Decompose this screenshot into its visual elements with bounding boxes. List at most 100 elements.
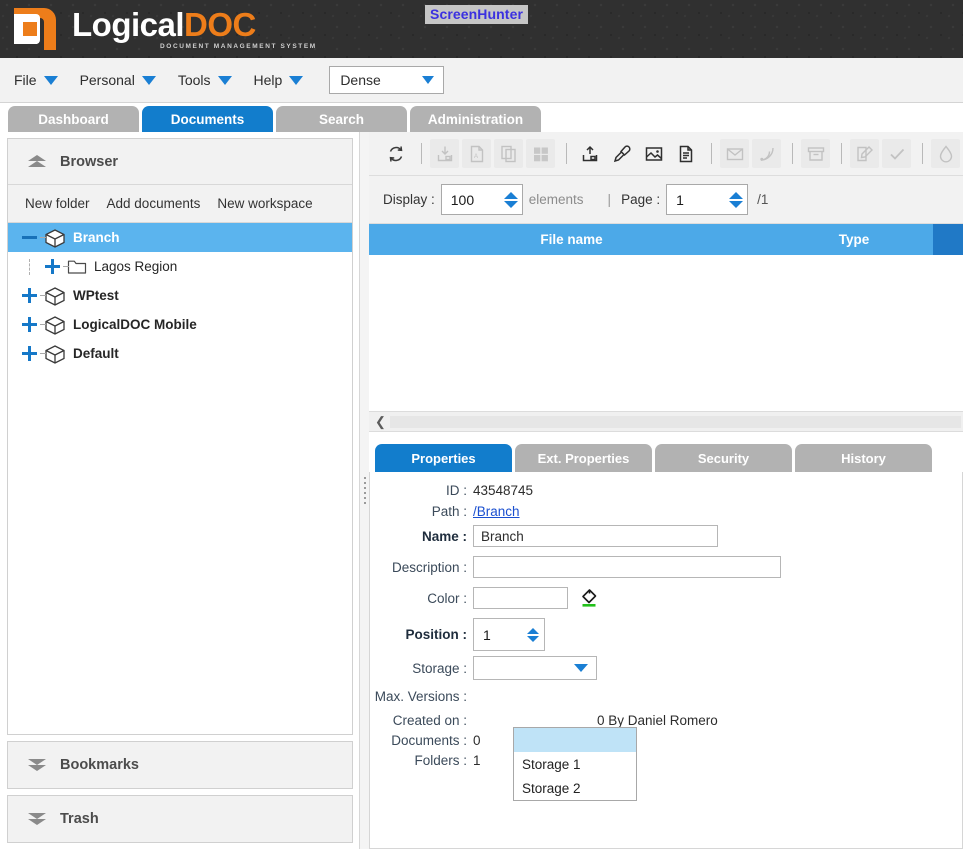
expand-plus-icon[interactable] [19,285,46,306]
storage-option-storage-1[interactable]: Storage 1 [514,752,636,776]
stepper-arrows[interactable] [527,627,539,642]
column-header-filename[interactable]: File name [369,232,774,247]
chevron-down-icon [289,75,304,85]
tree-node-logicaldoc-mobile[interactable]: LogicalDOC Mobile [8,310,352,339]
new-folder-action[interactable]: New folder [25,196,90,211]
tab-search[interactable]: Search [276,106,407,132]
chevron-down-icon [141,75,156,85]
scrollbar-track[interactable] [390,415,961,428]
grid-horizontal-scrollbar[interactable]: ❮ [369,411,963,432]
name-input[interactable]: Branch [473,525,718,547]
new-workspace-action[interactable]: New workspace [217,196,312,211]
expand-plus-icon[interactable] [19,343,46,364]
display-count-stepper[interactable]: 100 [440,184,523,215]
logicaldoc-logo-icon [10,4,60,54]
color-input[interactable] [473,587,568,609]
trash-panel[interactable]: Trash [7,795,354,843]
tab-properties[interactable]: Properties [375,444,512,472]
stepper-up-icon[interactable] [729,191,744,199]
workspace-cube-icon [44,286,66,306]
column-header-tail[interactable] [933,224,963,255]
documents-grid-header: File name Type [369,224,963,255]
field-created-on: Created on : 0 By Daniel Romero [370,713,962,728]
expand-plus-icon[interactable] [42,256,69,277]
paint-bucket-icon[interactable] [578,587,600,609]
body-split: Browser New folder Add documents New wor… [0,132,963,849]
pane-splitter[interactable] [360,132,369,849]
chevron-left-icon[interactable]: ❮ [371,414,390,430]
eyedropper-icon[interactable] [607,139,636,168]
chevron-down-double-icon [28,812,47,826]
position-value: 1 [483,626,491,643]
menu-file[interactable]: File [14,72,58,88]
menu-personal[interactable]: Personal [80,72,156,88]
add-documents-action[interactable]: Add documents [107,196,201,211]
check-icon [882,139,911,168]
stepper-arrows[interactable] [729,191,744,208]
tab-documents[interactable]: Documents [142,106,273,132]
bookmarks-title: Bookmarks [60,757,139,773]
storage-dropdown-list[interactable]: Storage 1 Storage 2 [513,727,637,801]
tab-history[interactable]: History [795,444,932,472]
stepper-down-icon[interactable] [729,200,744,208]
download-icon [430,139,459,168]
storage-label: Storage : [412,660,467,676]
tab-ext-properties[interactable]: Ext. Properties [515,444,652,472]
stepper-down-icon[interactable] [527,635,539,642]
tree-node-default[interactable]: Default [8,339,352,368]
storage-option-storage-2[interactable]: Storage 2 [514,776,636,800]
tab-documents-label: Documents [170,111,245,127]
field-color: Color : [370,587,962,609]
tree-node-wptest[interactable]: WPtest [8,281,352,310]
chevron-down-double-icon [28,758,47,772]
field-id: ID : 43548745 [370,483,962,498]
color-label: Color : [427,590,467,606]
menu-tools[interactable]: Tools [178,72,232,88]
edit-note-icon [850,139,879,168]
storage-option-empty[interactable] [514,728,636,752]
tab-dashboard[interactable]: Dashboard [8,106,139,132]
tab-search-label: Search [318,111,365,127]
toolbar-separator [841,143,842,164]
expand-plus-icon[interactable] [19,314,46,335]
storage-select[interactable] [473,656,597,680]
tree-node-lagos-region[interactable]: Lagos Region [8,252,352,281]
density-select[interactable]: Dense [329,66,445,94]
stepper-up-icon[interactable] [527,627,539,634]
tree-node-label: Lagos Region [94,259,178,274]
collapse-minus-icon[interactable] [19,227,46,248]
position-stepper[interactable]: 1 [473,618,545,651]
main-tabs: Dashboard Documents Search Administratio… [0,103,963,132]
trash-section-header[interactable]: Trash [8,796,353,842]
stepper-up-icon[interactable] [503,191,518,199]
pager-separator: | [607,192,612,207]
page-number-stepper[interactable]: 1 [666,184,749,215]
document-icon[interactable] [671,139,700,168]
folders-value: 1 [473,753,481,768]
path-link[interactable]: /Branch [473,504,520,519]
bookmarks-section-header[interactable]: Bookmarks [8,742,353,788]
menu-help[interactable]: Help [254,72,304,88]
refresh-icon[interactable] [381,139,410,168]
documents-toolbar: A [369,132,963,176]
path-value[interactable]: /Branch [473,504,520,519]
menu-personal-label: Personal [79,72,135,88]
field-position: Position : 1 [370,618,962,651]
toolbar-separator [922,143,923,164]
bookmarks-panel[interactable]: Bookmarks [7,741,354,789]
stepper-arrows[interactable] [503,191,518,208]
tree-node-branch[interactable]: Branch [8,223,353,252]
tab-security[interactable]: Security [655,444,792,472]
upload-icon[interactable] [575,139,604,168]
position-label: Position : [405,627,468,642]
column-header-type[interactable]: Type [774,232,934,247]
tree-node-label: Default [73,346,119,361]
field-storage: Storage : [370,656,962,680]
tree-node-label: WPtest [73,288,119,303]
stepper-down-icon[interactable] [503,200,518,208]
image-icon[interactable] [639,139,668,168]
browser-section-header[interactable]: Browser [8,139,353,185]
field-max-versions: Max. Versions : [370,689,962,704]
tab-administration[interactable]: Administration [410,106,541,132]
description-input[interactable] [473,556,781,578]
